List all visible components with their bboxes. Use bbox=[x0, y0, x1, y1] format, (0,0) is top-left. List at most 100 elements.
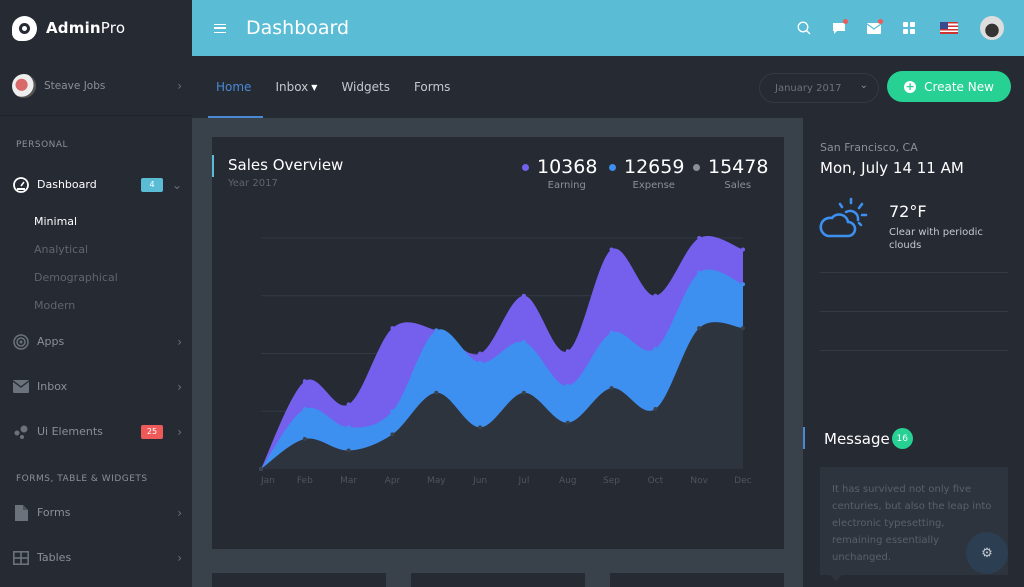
point-sales bbox=[697, 326, 702, 331]
partly-cloudy-icon bbox=[819, 197, 868, 238]
bottom-card bbox=[610, 573, 784, 587]
chat-notification-dot bbox=[843, 19, 848, 24]
bottom-card bbox=[411, 573, 585, 587]
user-name: Steave Jobs bbox=[44, 79, 106, 92]
point-sales bbox=[434, 390, 439, 395]
x-tick-label: Feb bbox=[297, 476, 313, 486]
point-expense bbox=[741, 282, 745, 287]
hamburger-menu-icon[interactable] bbox=[214, 23, 226, 33]
chevron-down-icon: ▼ bbox=[311, 82, 318, 92]
sidebar-item-dashboard[interactable]: Dashboard 4 ⌄ bbox=[0, 162, 192, 207]
x-tick-label: May bbox=[427, 476, 446, 486]
point-earning bbox=[302, 379, 307, 384]
point-expense bbox=[478, 360, 483, 365]
point-earning bbox=[521, 293, 526, 298]
message-accent-bar bbox=[803, 427, 805, 449]
topbar: Dashboard bbox=[192, 0, 1024, 56]
sidebar: AdminPro Steave Jobs › PERSONAL Dashboar… bbox=[0, 0, 192, 587]
user-avatar[interactable] bbox=[980, 16, 1004, 40]
x-tick-label: Nov bbox=[690, 476, 708, 486]
settings-gear-button[interactable]: ⚙ bbox=[966, 532, 1008, 574]
sidebar-item-label: Forms bbox=[37, 506, 71, 519]
chevron-down-icon: ⌄ bbox=[859, 80, 868, 91]
tab-forms[interactable]: Forms bbox=[414, 56, 462, 118]
brand[interactable]: AdminPro bbox=[0, 0, 192, 56]
sidebar-item-label: Inbox bbox=[37, 380, 68, 393]
point-sales bbox=[521, 390, 526, 395]
month-select-value: January 2017 bbox=[775, 82, 842, 94]
tab-label: Widgets bbox=[341, 80, 390, 94]
us-flag-icon bbox=[940, 22, 958, 34]
point-earning bbox=[478, 351, 483, 356]
point-earning bbox=[741, 247, 745, 252]
point-earning bbox=[390, 326, 395, 331]
chevron-right-icon: › bbox=[177, 550, 182, 565]
weather-location: San Francisco, CA bbox=[820, 141, 918, 154]
sales-area-chart: Jan Feb Mar Apr May Jun Jul Aug Sep Oct Nov Dec bbox=[259, 236, 752, 486]
sidebar-subitem-minimal[interactable]: Minimal bbox=[0, 207, 192, 235]
point-earning bbox=[609, 247, 614, 252]
search-icon[interactable] bbox=[795, 19, 813, 37]
sidebar-subitem-analytical[interactable]: Analytical bbox=[0, 235, 192, 263]
divider bbox=[820, 272, 1008, 273]
bottom-card bbox=[212, 573, 386, 587]
x-tick-label: Jan bbox=[260, 476, 275, 486]
sidebar-subitem-demographical[interactable]: Demographical bbox=[0, 263, 192, 291]
x-tick-label: Sep bbox=[603, 476, 620, 486]
point-expense bbox=[521, 339, 526, 344]
tab-label: Forms bbox=[413, 80, 451, 94]
chevron-down-icon: ⌄ bbox=[171, 177, 182, 192]
sales-overview-card: Sales Overview Year 2017 10368 Earning 1… bbox=[212, 137, 784, 549]
tab-home[interactable]: Home bbox=[207, 56, 264, 118]
sidebar-item-ui-elements[interactable]: Ui Elements 25 › bbox=[0, 409, 192, 454]
sidebar-item-forms[interactable]: Forms › bbox=[0, 490, 192, 535]
brand-name: AdminPro bbox=[46, 19, 126, 37]
right-panel: San Francisco, CA Mon, July 14 11 AM 72°… bbox=[803, 118, 1024, 587]
create-new-button[interactable]: + Create New bbox=[887, 71, 1011, 102]
tab-inbox[interactable]: Inbox ▼ bbox=[275, 56, 329, 118]
point-expense bbox=[390, 409, 395, 414]
section-title-personal: PERSONAL bbox=[16, 140, 69, 150]
gear-icon: ⚙ bbox=[981, 545, 993, 561]
tab-widgets[interactable]: Widgets bbox=[341, 56, 402, 118]
x-tick-label: Jun bbox=[472, 476, 487, 486]
divider bbox=[820, 311, 1008, 312]
sidebar-item-label: Dashboard bbox=[37, 178, 97, 191]
sidebar-item-apps[interactable]: Apps › bbox=[0, 319, 192, 364]
user-profile[interactable]: Steave Jobs › bbox=[0, 56, 192, 116]
message-title-text: Message bbox=[824, 429, 890, 448]
subnav: Home Inbox ▼ Widgets Forms January 2017 ⌄… bbox=[192, 56, 1024, 118]
tab-label: Home bbox=[216, 80, 252, 94]
message-count-badge: 16 bbox=[891, 428, 913, 449]
sidebar-item-label: Ui Elements bbox=[37, 425, 103, 438]
sidebar-item-inbox[interactable]: Inbox › bbox=[0, 364, 192, 409]
user-avatar bbox=[12, 73, 36, 98]
point-sales bbox=[478, 425, 483, 430]
sidebar-item-tables[interactable]: Tables › bbox=[0, 535, 192, 580]
apps-grid-icon[interactable] bbox=[900, 19, 918, 37]
sidebar-subitem-modern[interactable]: Modern bbox=[0, 291, 192, 319]
sidebar-item-label: Apps bbox=[37, 335, 65, 348]
point-expense bbox=[302, 406, 307, 411]
language-selector[interactable] bbox=[940, 19, 958, 37]
message-title: Message 16 bbox=[824, 428, 913, 449]
ui-elements-badge: 25 bbox=[141, 424, 163, 439]
page-title: Dashboard bbox=[246, 17, 350, 39]
point-sales bbox=[390, 432, 395, 437]
brand-logo-icon bbox=[12, 15, 37, 41]
point-earning bbox=[697, 236, 702, 240]
point-expense bbox=[653, 346, 658, 351]
chevron-right-icon: › bbox=[177, 78, 182, 93]
chevron-right-icon: › bbox=[177, 424, 182, 439]
x-tick-label: Oct bbox=[648, 476, 664, 486]
point-expense bbox=[609, 330, 614, 335]
chevron-right-icon: › bbox=[177, 379, 182, 394]
point-sales bbox=[302, 436, 307, 441]
mail-icon[interactable] bbox=[865, 19, 883, 37]
point-sales bbox=[259, 467, 263, 471]
month-select[interactable]: January 2017 ⌄ bbox=[759, 73, 879, 103]
bubbles-icon bbox=[13, 424, 29, 440]
x-tick-label: Dec bbox=[734, 476, 751, 486]
point-sales bbox=[346, 448, 351, 453]
chat-icon[interactable] bbox=[830, 19, 848, 37]
